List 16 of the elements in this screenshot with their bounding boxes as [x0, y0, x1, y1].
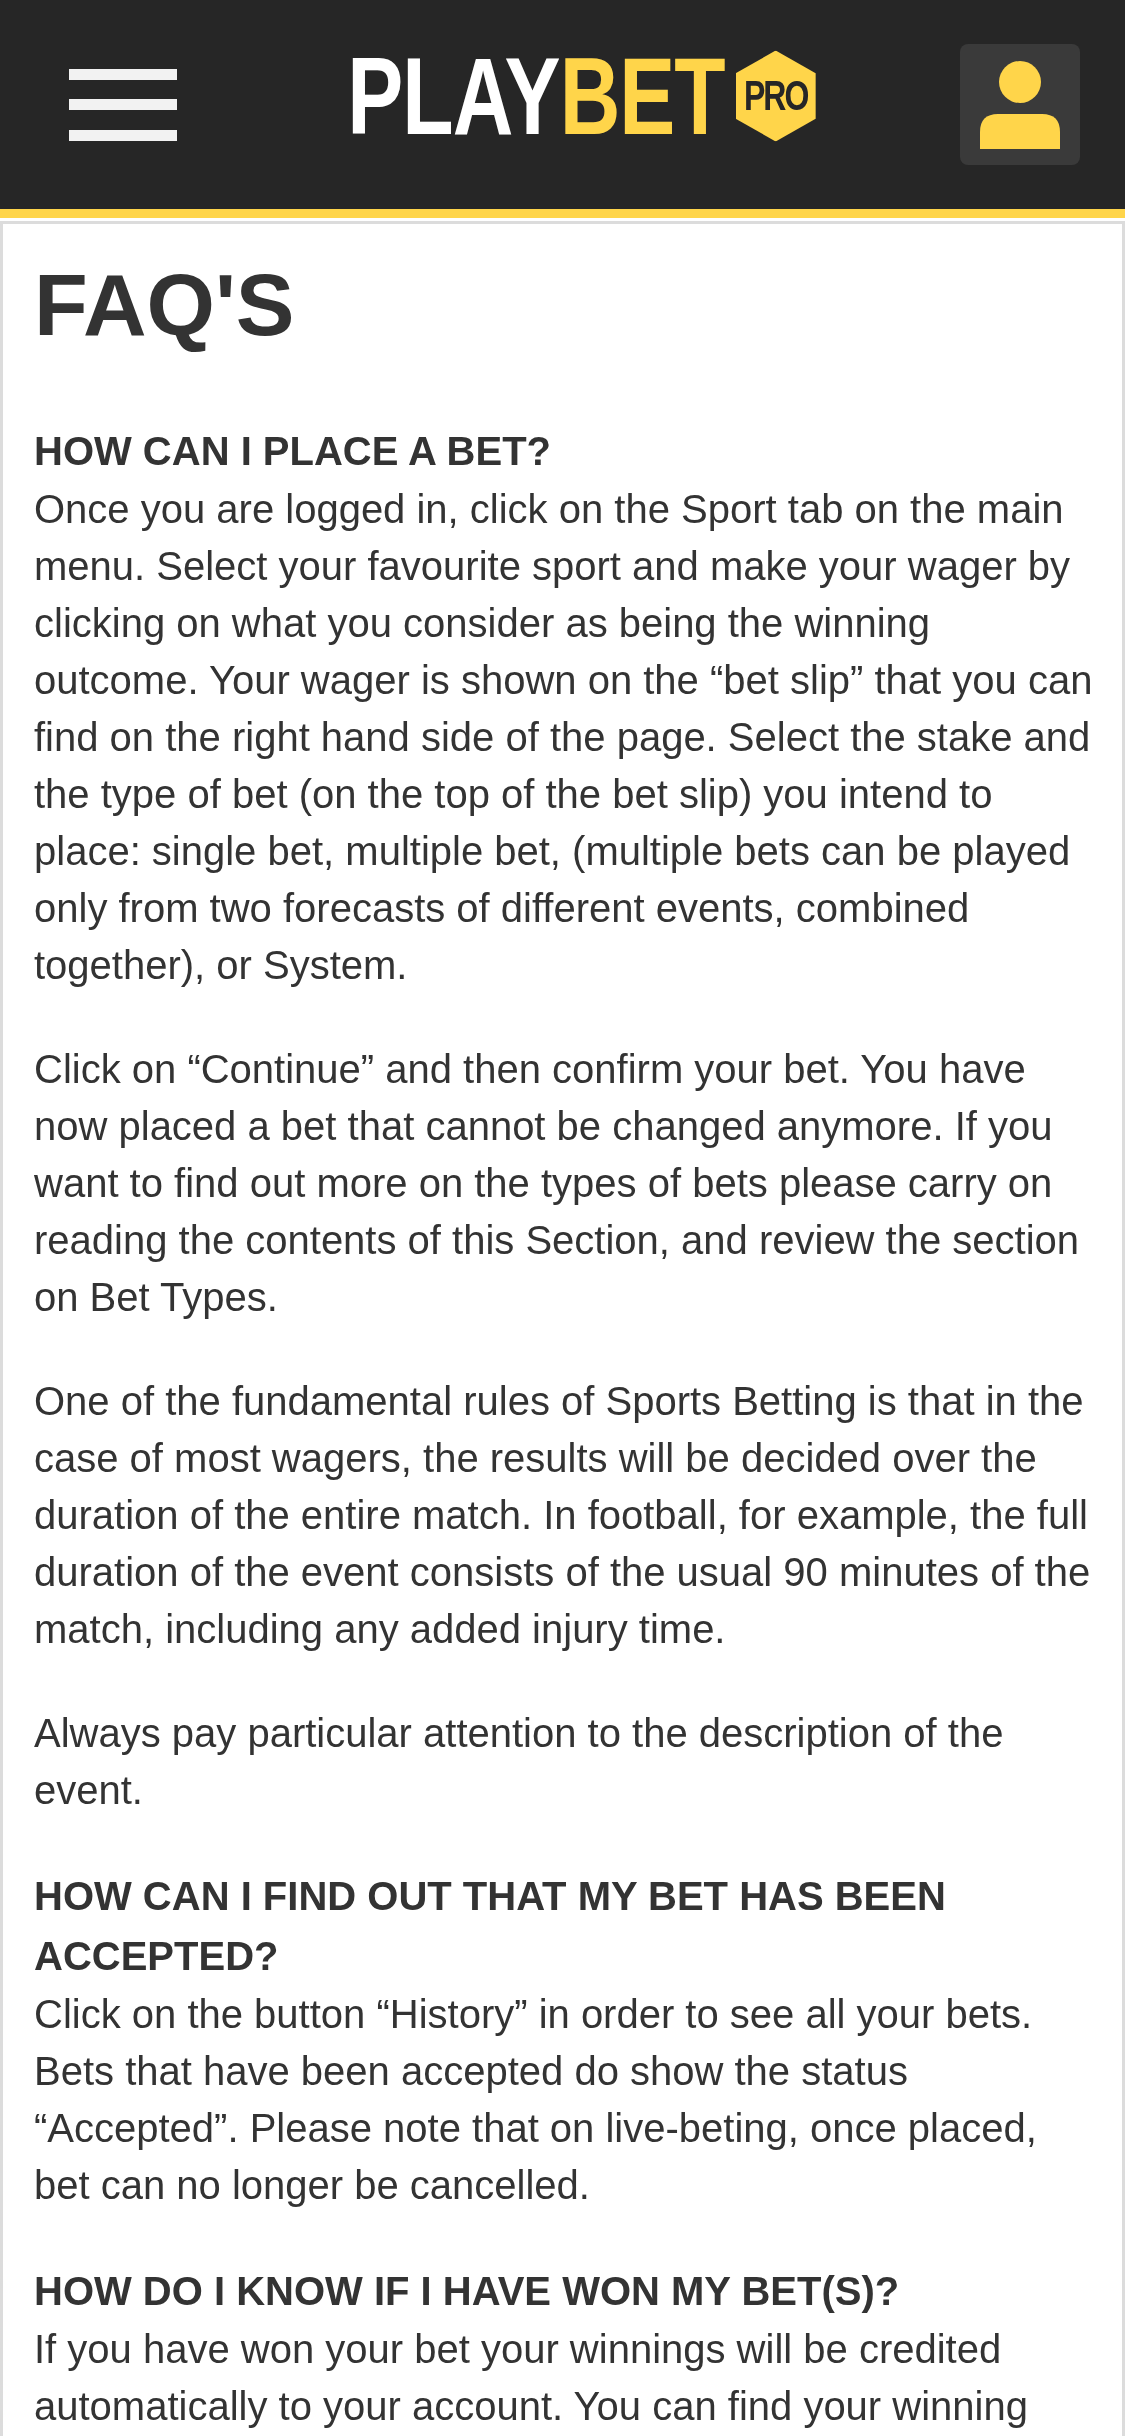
faq-question: HOW CAN I PLACE A BET? [34, 427, 552, 475]
logo-badge: PRO [735, 50, 816, 141]
account-button[interactable] [960, 44, 1080, 165]
faq-answer: If you have won your bet your winnings will be credited automatically to your account. You can find your winning [34, 2325, 1029, 2430]
faq-question: HOW DO I KNOW IF I HAVE WON MY BET(S)? [34, 2267, 901, 2315]
faq-answer: Click on the button “History” in order to see all your bets. Bets that have been accepted do show the status “Accepted”. Please note that on live-beting, once placed, bet can no longer be cancelled. [34, 1990, 1038, 2209]
faq-answer: One of the fundamental rules of Sports Betting is that in the case of most wagers, the results will be decided over the duration of the entire match. In football, for example, the full duration of the event consists of the usual 90 minutes of the match, including any added injury time. [34, 1377, 1092, 1653]
faq-answer: Click on “Continue” and then confirm your bet. You have now placed a bet that cannot be changed anymore. If you want to find out more on the types of bets please carry on reading the contents of this Section, and review the section on Bet Types. [34, 1045, 1081, 1321]
menu-icon [69, 68, 177, 141]
page-title: FAQ'S [34, 254, 296, 356]
user-icon [980, 60, 1060, 149]
faq-answer: Once you are logged in, click on the Sport tab on the main menu. Select your favourite sport and make your wager by clicking on what you consider as being the winning outcome. Your wager is shown on the “bet slip” that you can find on the right hand side of the page. Select the stake and the type of bet (on the top of the bet slip) you intend to place: single bet, multiple bet, (multiple bets can be played only from two forecasts of different events, combined together), or System. [34, 485, 1094, 989]
faq-question: HOW CAN I FIND OUT THAT MY BET HAS BEEN ACCEPTED? [34, 1872, 947, 1980]
faq-answer: Always pay particular attention to the description of the event. [34, 1709, 1005, 1814]
menu-button[interactable] [69, 68, 177, 141]
logo-wordmark[interactable]: PLAYBET [347, 40, 725, 151]
